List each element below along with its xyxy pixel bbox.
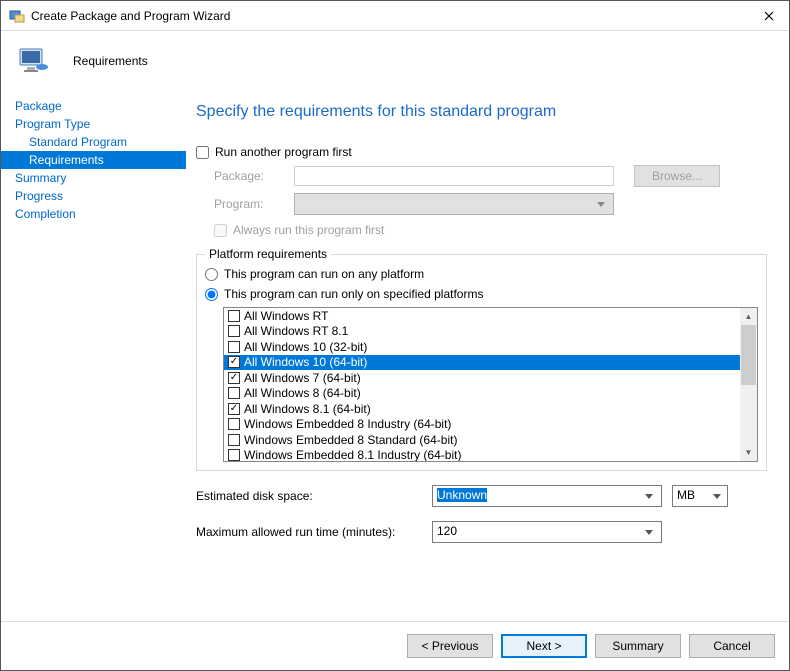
- platform-item-label: Windows Embedded 8.1 Industry (64-bit): [244, 448, 461, 461]
- platform-listbox[interactable]: All Windows RTAll Windows RT 8.1 All Wind…: [223, 307, 758, 462]
- app-icon: [9, 8, 25, 24]
- platform-item-label: All Windows 10 (64-bit): [244, 355, 367, 369]
- scroll-track[interactable]: [740, 325, 757, 444]
- sidebar-item-progress[interactable]: Progress: [1, 187, 186, 205]
- platform-item[interactable]: ✓ All Windows 10 (64-bit): [224, 355, 740, 371]
- always-run-checkbox: [214, 224, 227, 237]
- disk-space-unit-combo[interactable]: MB: [672, 485, 728, 507]
- platform-checkbox[interactable]: ✓: [228, 356, 240, 368]
- run-another-label: Run another program first: [215, 145, 352, 159]
- page-title: Specify the requirements for this standa…: [196, 103, 767, 121]
- platform-item[interactable]: ✓ All Windows 7 (64-bit): [224, 370, 740, 386]
- sidebar-item-summary[interactable]: Summary: [1, 169, 186, 187]
- scrollbar[interactable]: ▲ ▼: [740, 308, 757, 461]
- summary-button[interactable]: Summary: [595, 634, 681, 658]
- wizard-sidebar: Package Program Type Standard Program Re…: [1, 91, 186, 621]
- main-panel: Specify the requirements for this standa…: [186, 91, 789, 621]
- platform-item[interactable]: All Windows RT: [224, 308, 740, 324]
- sidebar-item-standard-program[interactable]: Standard Program: [1, 133, 186, 151]
- radio-any-label: This program can run on any platform: [224, 267, 424, 281]
- runtime-combo[interactable]: 120: [432, 521, 662, 543]
- platform-item[interactable]: Windows Embedded 8 Industry (64-bit): [224, 417, 740, 433]
- radio-specific-label: This program can run only on specified p…: [224, 287, 483, 301]
- platform-checkbox[interactable]: ✓: [228, 403, 240, 415]
- sidebar-item-completion[interactable]: Completion: [1, 205, 186, 223]
- platform-item-label: Windows Embedded 8 Standard (64-bit): [244, 433, 457, 447]
- platform-item-label: All Windows 10 (32-bit): [244, 340, 367, 354]
- titlebar: Create Package and Program Wizard: [1, 1, 789, 31]
- platform-legend: Platform requirements: [205, 247, 331, 261]
- platform-item-label: All Windows RT: [244, 309, 328, 323]
- platform-item-label: All Windows 7 (64-bit): [244, 371, 361, 385]
- wizard-footer: < Previous Next > Summary Cancel: [1, 621, 789, 670]
- platform-item-label: All Windows 8 (64-bit): [244, 386, 361, 400]
- monitor-icon: [17, 45, 49, 77]
- package-input: [294, 166, 614, 186]
- always-run-label: Always run this program first: [233, 223, 384, 237]
- platform-item[interactable]: Windows Embedded 8 Standard (64-bit): [224, 432, 740, 448]
- platform-checkbox[interactable]: [228, 387, 240, 399]
- platform-checkbox[interactable]: ✓: [228, 372, 240, 384]
- platform-checkbox[interactable]: [228, 310, 240, 322]
- radio-any-platform[interactable]: [205, 268, 218, 281]
- next-button[interactable]: Next >: [501, 634, 587, 658]
- browse-button: Browse...: [634, 165, 720, 187]
- platform-item[interactable]: All Windows 10 (32-bit): [224, 339, 740, 355]
- disk-space-combo[interactable]: Unknown: [432, 485, 662, 507]
- scroll-thumb[interactable]: [741, 325, 756, 385]
- scroll-down-button[interactable]: ▼: [740, 444, 757, 461]
- run-another-checkbox[interactable]: [196, 146, 209, 159]
- platform-checkbox[interactable]: [228, 325, 240, 337]
- program-combo: [294, 193, 614, 215]
- platform-item-label: All Windows RT 8.1: [244, 324, 348, 338]
- sidebar-item-package[interactable]: Package: [1, 97, 186, 115]
- header-label: Requirements: [73, 54, 148, 68]
- cancel-button[interactable]: Cancel: [689, 634, 775, 658]
- sidebar-item-program-type[interactable]: Program Type: [1, 115, 186, 133]
- window-title: Create Package and Program Wizard: [31, 9, 749, 23]
- sidebar-item-requirements[interactable]: Requirements: [1, 151, 186, 169]
- package-label: Package:: [214, 169, 294, 183]
- platform-checkbox[interactable]: [228, 434, 240, 446]
- disk-space-label: Estimated disk space:: [196, 489, 432, 503]
- platform-checkbox[interactable]: [228, 341, 240, 353]
- wizard-header: Requirements: [1, 31, 789, 91]
- runtime-label: Maximum allowed run time (minutes):: [196, 525, 432, 539]
- platform-item[interactable]: All Windows RT 8.1: [224, 324, 740, 340]
- platform-checkbox[interactable]: [228, 418, 240, 430]
- platform-item[interactable]: All Windows 8 (64-bit): [224, 386, 740, 402]
- platform-item-label: All Windows 8.1 (64-bit): [244, 402, 371, 416]
- previous-button[interactable]: < Previous: [407, 634, 493, 658]
- radio-specific-platform[interactable]: [205, 288, 218, 301]
- scroll-up-button[interactable]: ▲: [740, 308, 757, 325]
- close-button[interactable]: [749, 1, 789, 31]
- platform-item[interactable]: ✓ All Windows 8.1 (64-bit): [224, 401, 740, 417]
- program-label: Program:: [214, 197, 294, 211]
- platform-item-label: Windows Embedded 8 Industry (64-bit): [244, 417, 451, 431]
- platform-fieldset: Platform requirements This program can r…: [196, 247, 767, 471]
- platform-item[interactable]: Windows Embedded 8.1 Industry (64-bit): [224, 448, 740, 462]
- platform-checkbox[interactable]: [228, 449, 240, 461]
